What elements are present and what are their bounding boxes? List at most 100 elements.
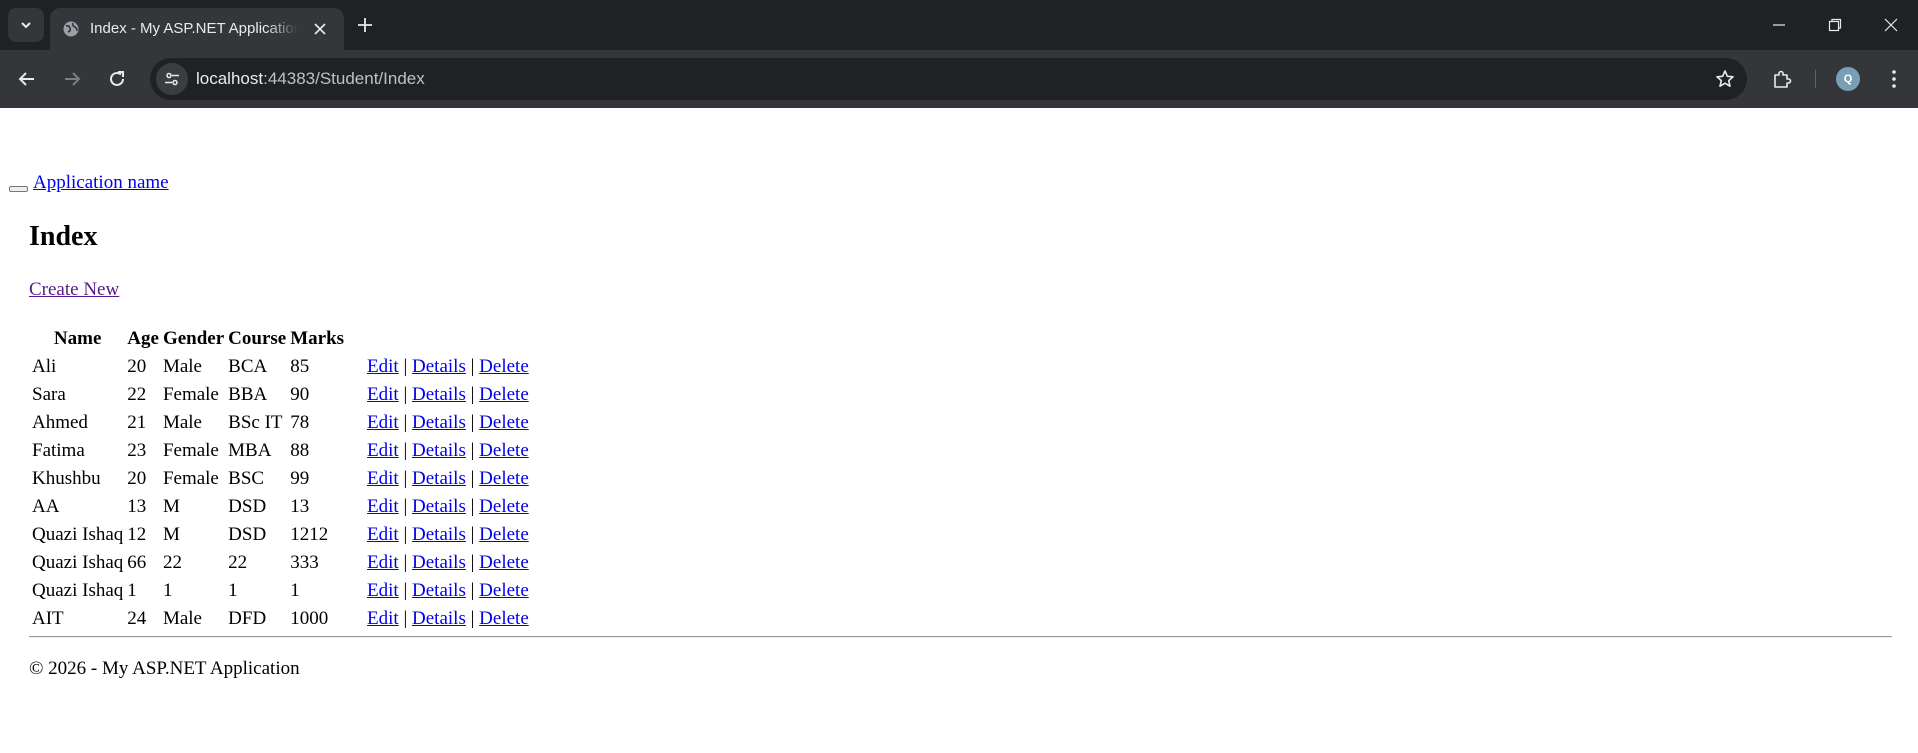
chevron-down-icon xyxy=(21,22,31,29)
action-separator: | xyxy=(470,440,475,461)
tab-title: Index - My ASP.NET Application xyxy=(90,20,298,37)
plus-icon xyxy=(358,18,372,32)
cell-age: 20 xyxy=(127,356,147,377)
delete-link[interactable]: Delete xyxy=(479,468,529,489)
footer-divider xyxy=(29,636,1892,638)
cell-gender: Female xyxy=(162,468,219,489)
table-row: Fatima 23 Female MBA 88 Edit | Details |… xyxy=(31,438,530,464)
address-bar[interactable]: localhost:44383/Student/Index xyxy=(150,58,1747,100)
new-tab-button[interactable] xyxy=(352,12,378,38)
delete-link[interactable]: Delete xyxy=(479,496,529,517)
cell-course: 1 xyxy=(228,580,238,601)
cell-marks: 333 xyxy=(290,552,319,573)
cell-name: Khushbu xyxy=(32,468,101,489)
details-link[interactable]: Details xyxy=(412,580,466,601)
edit-link[interactable]: Edit xyxy=(367,552,399,573)
edit-link[interactable]: Edit xyxy=(367,524,399,545)
action-separator: | xyxy=(403,384,408,405)
delete-link[interactable]: Delete xyxy=(479,412,529,433)
cell-marks: 85 xyxy=(290,356,310,377)
delete-link[interactable]: Delete xyxy=(479,440,529,461)
cell-course: BCA xyxy=(228,356,268,377)
extensions-button[interactable] xyxy=(1767,64,1797,94)
reload-button[interactable] xyxy=(102,64,132,94)
cell-gender: Male xyxy=(162,412,202,433)
details-link[interactable]: Details xyxy=(412,496,466,517)
tab-strip: Index - My ASP.NET Application xyxy=(0,0,1918,50)
close-icon xyxy=(1884,18,1898,32)
table-row: Ahmed 21 Male BSc IT 78 Edit | Details |… xyxy=(31,410,530,436)
browser-menu-button[interactable] xyxy=(1879,64,1909,94)
details-link[interactable]: Details xyxy=(412,412,466,433)
site-info-button[interactable] xyxy=(156,63,188,95)
cell-gender: Female xyxy=(162,384,219,405)
table-row: Quazi Ishaq 66 22 22 333 Edit | Details … xyxy=(31,550,530,576)
edit-link[interactable]: Edit xyxy=(367,608,399,629)
edit-link[interactable]: Edit xyxy=(367,356,399,377)
details-link[interactable]: Details xyxy=(412,468,466,489)
profile-avatar[interactable]: Q xyxy=(1836,67,1860,91)
minimize-button[interactable] xyxy=(1756,6,1802,44)
close-icon xyxy=(314,23,326,35)
action-separator: | xyxy=(403,580,408,601)
edit-link[interactable]: Edit xyxy=(367,412,399,433)
delete-link[interactable]: Delete xyxy=(479,580,529,601)
cell-marks: 1 xyxy=(290,580,300,601)
delete-link[interactable]: Delete xyxy=(479,384,529,405)
delete-link[interactable]: Delete xyxy=(479,608,529,629)
cell-gender: M xyxy=(162,496,180,517)
details-link[interactable]: Details xyxy=(412,356,466,377)
details-link[interactable]: Details xyxy=(412,608,466,629)
cell-marks: 1212 xyxy=(290,524,329,545)
create-new-link[interactable]: Create New xyxy=(29,278,119,302)
close-window-button[interactable] xyxy=(1868,6,1914,44)
cell-actions: Edit | Details | Delete xyxy=(347,606,530,632)
restore-button[interactable] xyxy=(1812,6,1858,44)
cell-name: Fatima xyxy=(32,440,85,461)
action-separator: | xyxy=(470,552,475,573)
minimize-icon xyxy=(1773,24,1785,26)
edit-link[interactable]: Edit xyxy=(367,384,399,405)
reload-icon xyxy=(110,71,124,86)
forward-button[interactable] xyxy=(57,64,87,94)
tune-icon xyxy=(165,72,179,86)
browser-toolbar: localhost:44383/Student/Index Q xyxy=(0,50,1918,108)
details-link[interactable]: Details xyxy=(412,552,466,573)
action-separator: | xyxy=(403,468,408,489)
web-page: Application name Index Create New Name A… xyxy=(0,108,1918,753)
brand-link[interactable]: Application name xyxy=(33,171,169,195)
cell-actions: Edit | Details | Delete xyxy=(347,438,530,464)
url-text[interactable]: localhost:44383/Student/Index xyxy=(196,67,425,91)
action-separator: | xyxy=(403,608,408,629)
tab-search-button[interactable] xyxy=(8,8,44,42)
delete-link[interactable]: Delete xyxy=(479,524,529,545)
cell-name: Quazi Ishaq xyxy=(32,552,124,573)
cell-age: 21 xyxy=(127,412,147,433)
delete-link[interactable]: Delete xyxy=(479,552,529,573)
bookmark-button[interactable] xyxy=(1713,67,1737,91)
delete-link[interactable]: Delete xyxy=(479,356,529,377)
details-link[interactable]: Details xyxy=(412,384,466,405)
details-link[interactable]: Details xyxy=(412,440,466,461)
browser-tab[interactable]: Index - My ASP.NET Application xyxy=(50,8,344,50)
cell-course: DSD xyxy=(228,496,267,517)
edit-link[interactable]: Edit xyxy=(367,496,399,517)
restore-icon xyxy=(1828,18,1842,32)
cell-marks: 90 xyxy=(290,384,310,405)
action-separator: | xyxy=(470,356,475,377)
edit-link[interactable]: Edit xyxy=(367,580,399,601)
cell-course: 22 xyxy=(228,552,248,573)
footer-text: © 2026 - My ASP.NET Application xyxy=(29,658,300,679)
action-separator: | xyxy=(403,356,408,377)
navbar-toggle-button[interactable] xyxy=(9,186,28,192)
details-link[interactable]: Details xyxy=(412,524,466,545)
tab-close-button[interactable] xyxy=(308,17,332,41)
back-button[interactable] xyxy=(12,64,42,94)
cell-actions: Edit | Details | Delete xyxy=(347,578,530,604)
column-header-age: Age xyxy=(127,328,159,349)
edit-link[interactable]: Edit xyxy=(367,440,399,461)
students-table-body: Ali 20 Male BCA 85 Edit | Details | Dele… xyxy=(31,354,530,632)
cell-age: 20 xyxy=(127,468,147,489)
action-separator: | xyxy=(470,524,475,545)
edit-link[interactable]: Edit xyxy=(367,468,399,489)
